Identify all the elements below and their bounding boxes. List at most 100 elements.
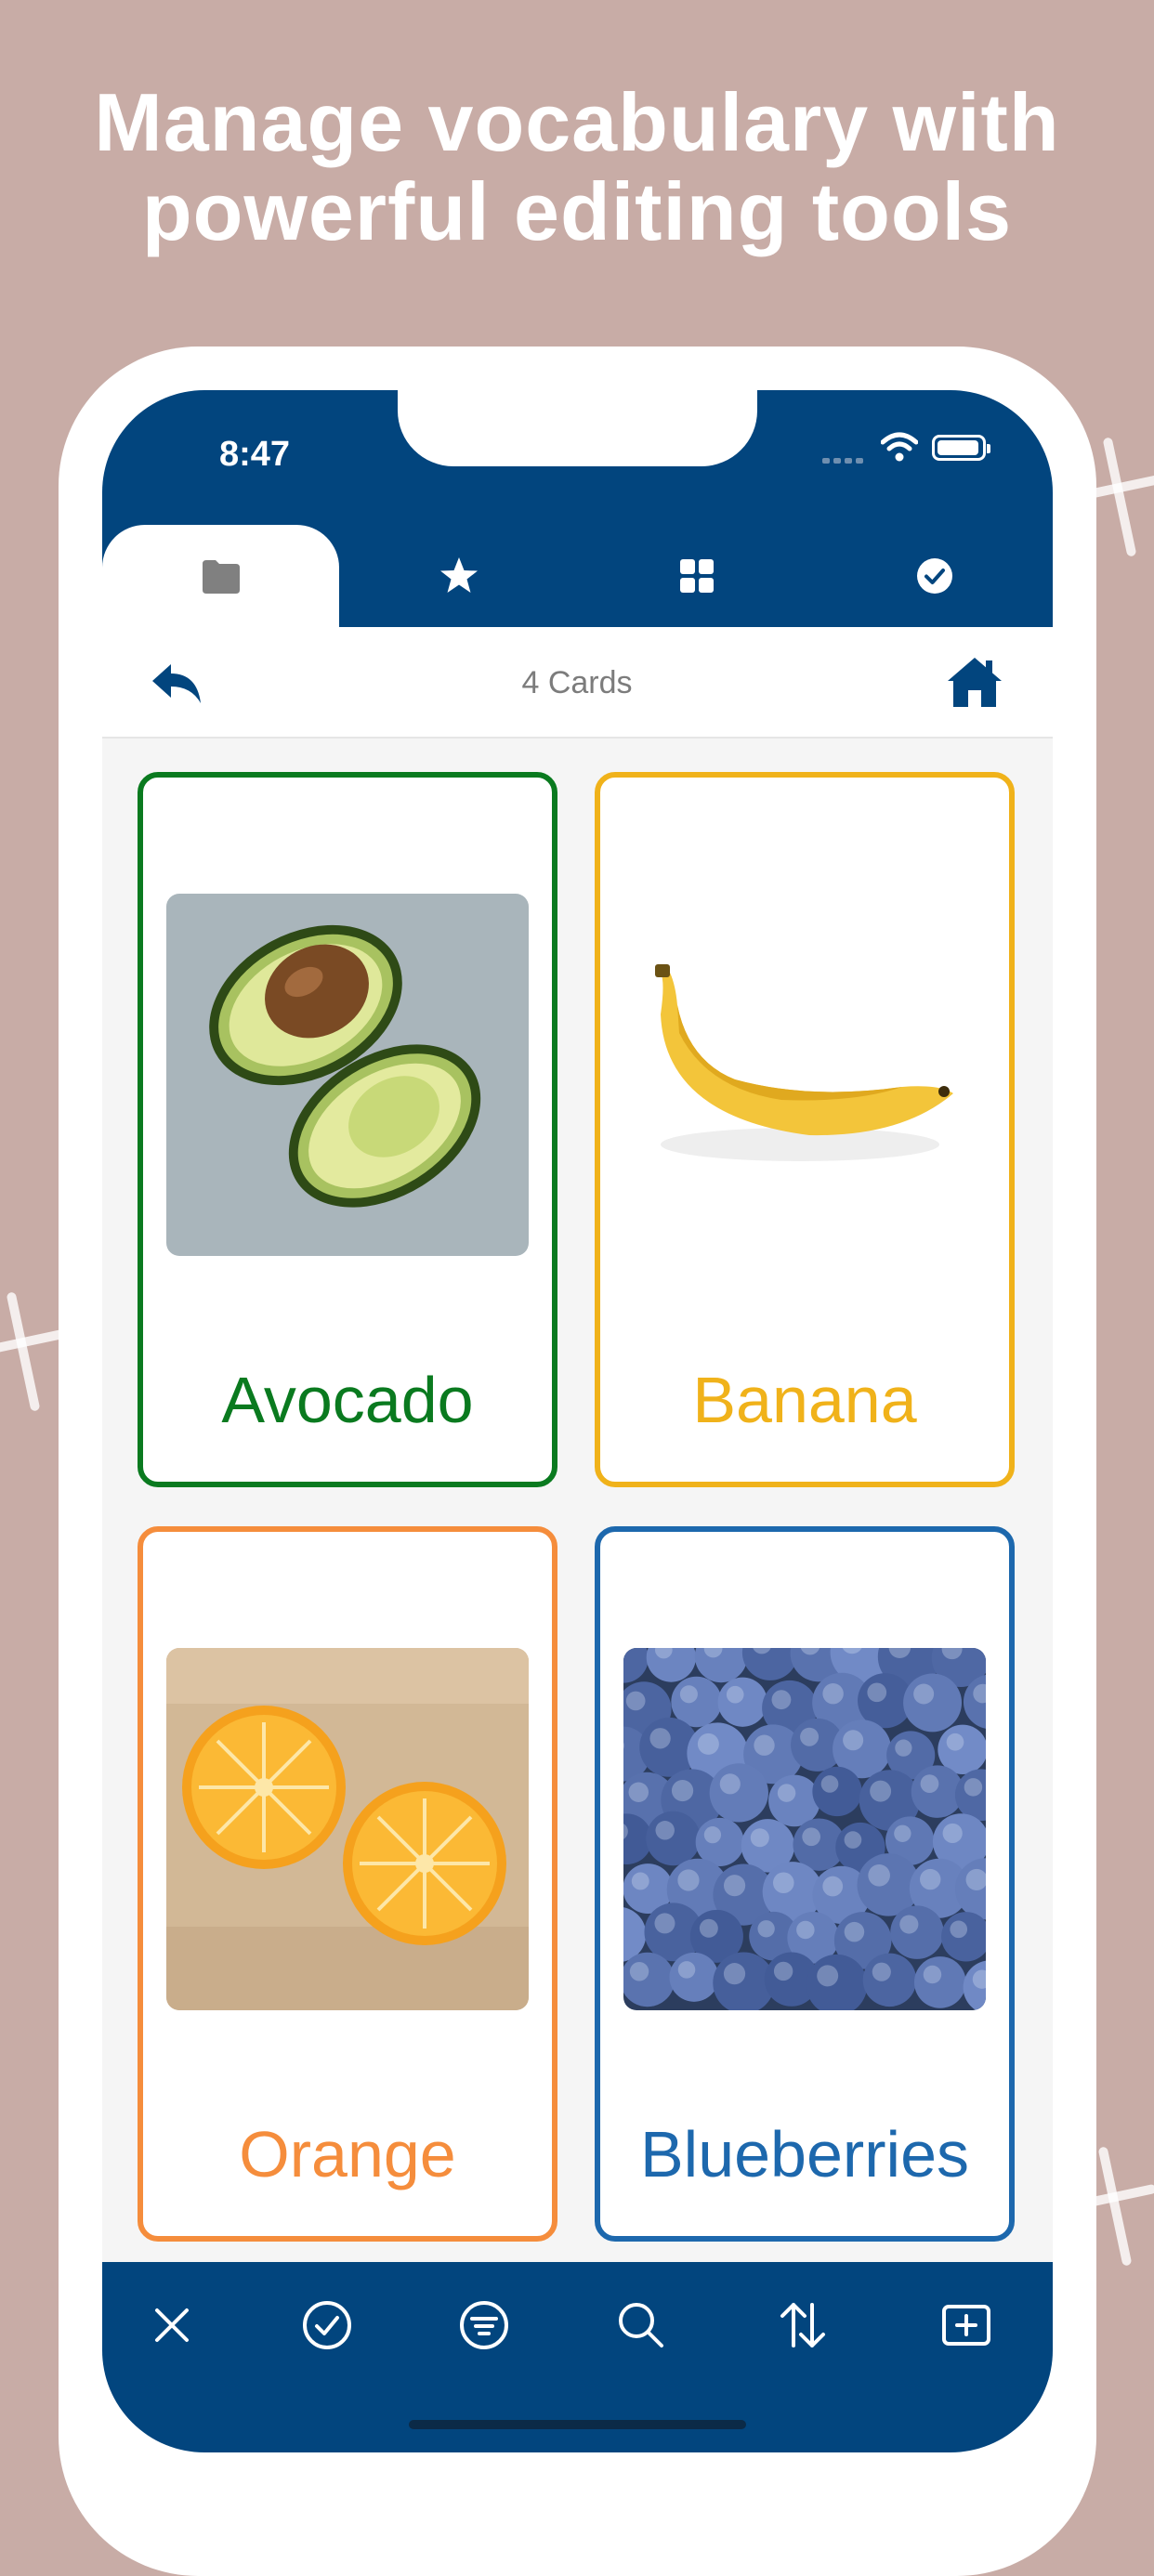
blueberry-highlight [946,1733,964,1751]
blueberry-highlight [677,1961,696,1979]
sort-icon [780,2303,825,2347]
blueberry [890,1905,944,1959]
sort-button[interactable] [775,2297,831,2353]
status-time: 8:47 [218,435,291,474]
blueberry-highlight [870,1780,892,1802]
blueberry-highlight [703,1826,722,1844]
back-arrow-icon[interactable] [149,659,204,707]
card-count-title: 4 Cards [521,665,633,700]
blueberry-highlight [843,1730,864,1751]
blueberry-highlight [913,1683,935,1705]
select-button[interactable] [299,2297,355,2353]
home-indicator [409,2420,746,2429]
blueberry-highlight [872,1962,891,1981]
star-icon [439,557,478,593]
blueberry-highlight [802,1827,821,1847]
home-icon[interactable] [946,655,1003,709]
top-tab-bar [102,525,1053,627]
flashcard-avocado[interactable]: Avocado [138,772,557,1487]
blueberry-highlight [920,1774,939,1794]
checkmark-circle-icon [303,2301,351,2349]
wifi-icon [881,432,918,462]
search-icon [619,2303,663,2347]
blueberry-highlight [942,1823,963,1844]
blueberry-highlight [899,1915,919,1934]
notch [398,390,757,466]
headline-line-2: powerful editing tools [141,165,1013,257]
tab-quiz[interactable] [816,525,1053,627]
blueberry [812,1766,862,1817]
card-label: Banana [692,1364,917,1436]
blueberry-highlight [817,1965,839,1987]
blueberry-highlight [771,1690,792,1710]
blueberry-highlight [719,1773,741,1795]
blueberry-highlight [923,1965,942,1984]
blueberry [768,1774,820,1827]
blueberry-highlight [844,1921,865,1942]
blueberries-photo [623,1648,986,2010]
blueberry-highlight [697,1733,719,1755]
blueberry-highlight [867,1682,887,1703]
card-label: Orange [239,2118,456,2190]
app-screen: 8:47 4 Cards Avocado Banana Orange Blueb… [102,390,1053,2452]
add-card-button[interactable] [938,2297,994,2353]
headline: Manage vocabulary with powerful editing … [0,78,1154,256]
blueberry-highlight [820,1775,839,1793]
blueberry-highlight [754,1734,775,1756]
close-button[interactable] [144,2297,200,2353]
tab-folder[interactable] [102,525,339,627]
blueberry [669,1952,719,2002]
blueberry-highlight [629,1962,649,1981]
tab-favorites[interactable] [340,525,577,627]
flashcard-blueberries[interactable]: Blueberries [595,1526,1015,2242]
blueberry-highlight [699,1918,718,1938]
blueberry-highlight [655,1821,675,1840]
blueberry-highlight [757,1920,775,1938]
battery-icon [932,435,990,461]
blueberry-highlight [726,1685,744,1704]
blueberry [903,1673,963,1733]
avocado-photo [166,894,529,1256]
blueberry-highlight [649,1728,671,1749]
orange-photo [166,1648,529,2010]
bottom-toolbar [102,2262,1053,2452]
blueberry-highlight [868,1863,890,1887]
blueberry-highlight [964,1778,983,1797]
card-label: Avocado [221,1364,474,1436]
filter-button[interactable] [456,2297,512,2353]
blueberry-highlight [895,1739,912,1757]
flashcard-orange[interactable]: Orange [138,1526,557,2242]
blueberry-highlight [796,1920,815,1940]
blueberry-highlight [628,1782,649,1803]
blueberry-highlight [894,1824,911,1842]
blueberry [862,1953,917,2007]
blueberry [709,1763,768,1823]
checkmark-circle-icon [916,558,952,594]
search-button[interactable] [613,2297,669,2353]
blueberry-highlight [844,1831,862,1849]
blueberry-highlight [723,1875,746,1897]
grid-icon [679,559,714,593]
blueberry-highlight [950,1920,968,1939]
blueberry-highlight [654,1913,675,1934]
banana-photo [623,894,986,1256]
blueberry [646,1811,701,1866]
headline-line-1: Manage vocabulary with [94,76,1060,168]
add-square-icon [942,2305,990,2346]
blueberry-highlight [777,1784,796,1802]
blueberry-highlight [773,1961,793,1981]
blueberry-highlight [772,1872,794,1894]
flashcard-banana[interactable]: Banana [595,772,1015,1487]
navigation-bar: 4 Cards [102,627,1053,739]
blueberry-highlight [822,1682,844,1705]
cellular-signal-icon [822,451,869,464]
blueberry-highlight [920,1868,941,1890]
blueberry-highlight [750,1828,769,1848]
blueberry-highlight [677,1869,700,1891]
tab-grid[interactable] [578,525,815,627]
blueberry-highlight [679,1685,698,1704]
sparkle-decoration [0,1291,66,1412]
close-icon [155,2308,189,2342]
phone-frame: 8:47 4 Cards Avocado Banana Orange Blueb… [59,347,1096,2576]
card-grid: Avocado Banana Orange Blueberries [102,739,1053,2262]
